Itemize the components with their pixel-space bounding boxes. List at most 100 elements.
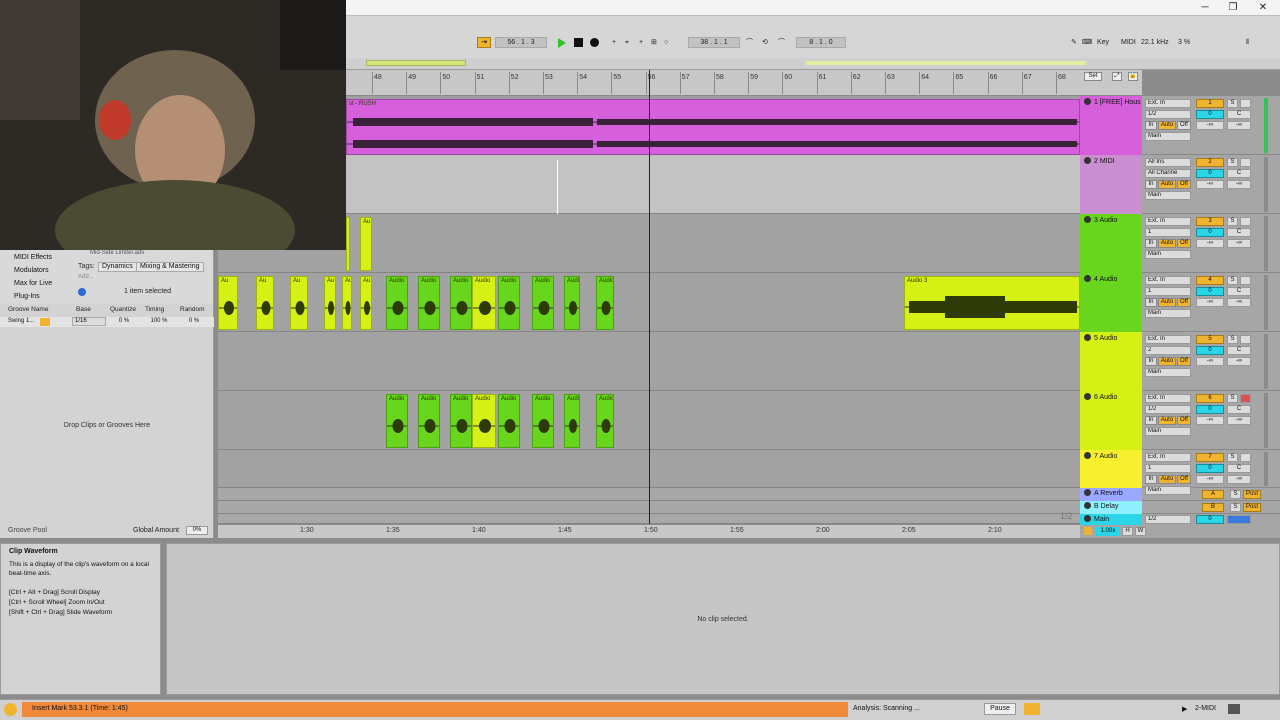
track-fold-icon[interactable] — [1084, 334, 1091, 341]
input-type-select[interactable]: Ext. In — [1145, 394, 1191, 403]
monitor-in[interactable]: In — [1145, 121, 1157, 130]
monitor-off[interactable]: Off — [1177, 121, 1191, 130]
track-4-clip[interactable]: Audio — [450, 276, 472, 330]
groove-hot-swap-icon[interactable] — [40, 318, 50, 326]
send-b-field[interactable]: -∞ — [1227, 239, 1251, 248]
pause-button[interactable]: Pause — [984, 703, 1016, 715]
input-channel-select[interactable]: 1/2 — [1145, 405, 1191, 414]
monitor-auto[interactable]: Auto — [1158, 121, 1176, 130]
track-6-clip[interactable]: Audio — [564, 394, 580, 448]
maximize-icon[interactable]: ❐ — [1226, 2, 1240, 14]
clip-track-3-a[interactable] — [346, 217, 350, 271]
metronome-icon[interactable]: ○ — [664, 37, 668, 48]
solo-button[interactable]: S — [1230, 503, 1241, 512]
track-name[interactable]: 6 Audio — [1080, 391, 1142, 450]
arrangement-overview[interactable] — [346, 58, 1280, 70]
draw-mode-icon[interactable]: ✎ — [1071, 37, 1077, 48]
input-channel-select[interactable]: 2 — [1145, 346, 1191, 355]
arm-button[interactable] — [1240, 276, 1251, 285]
return-track-name[interactable]: B Delay — [1080, 501, 1142, 514]
track-name[interactable]: 3 Audio — [1080, 214, 1142, 273]
punch-in-icon[interactable]: ⌒ — [746, 37, 753, 48]
monitor-auto[interactable]: Auto — [1158, 298, 1176, 307]
track-fold-icon[interactable] — [1084, 489, 1091, 496]
detail-view[interactable]: No clip selected. — [166, 543, 1280, 695]
track-fold-icon[interactable] — [1084, 157, 1091, 164]
main-cue[interactable] — [1227, 515, 1251, 524]
groove-timing[interactable]: 100 % — [145, 318, 173, 324]
send-a-field[interactable]: -∞ — [1196, 239, 1224, 248]
main-volume[interactable]: 0 — [1196, 515, 1224, 524]
arm-button[interactable] — [1240, 453, 1251, 462]
track-4-clip[interactable]: Au — [324, 276, 336, 330]
output-select[interactable]: Main — [1145, 250, 1191, 259]
input-type-select[interactable]: Ext. In — [1145, 276, 1191, 285]
h-button[interactable]: H — [1122, 527, 1133, 536]
pan-field[interactable]: C — [1227, 110, 1251, 119]
input-channel-select[interactable]: All Channe — [1145, 169, 1191, 178]
loop-length-field[interactable]: 8 . 1 . 0 — [796, 37, 846, 48]
loop-switch-icon[interactable]: ⟲ — [762, 37, 768, 48]
track-4-clip[interactable]: Au — [290, 276, 308, 330]
browser-category[interactable]: Plug-Ins — [4, 291, 74, 303]
pan-field[interactable]: C — [1227, 287, 1251, 296]
post-toggle[interactable]: Post — [1243, 503, 1261, 512]
pan-field[interactable]: C — [1227, 169, 1251, 178]
computer-keyboard-icon[interactable]: ⌨ — [1082, 37, 1092, 48]
groove-row[interactable]: Swing 1... 1/16 0 % 100 % 0 % — [0, 317, 214, 327]
track-activator[interactable]: 7 — [1196, 453, 1224, 462]
lock-icon[interactable]: 🔒 — [1128, 72, 1138, 81]
track-4-clip[interactable]: Audio — [472, 276, 496, 330]
solo-button[interactable]: S — [1227, 394, 1238, 403]
overdub-icon[interactable]: + — [612, 37, 616, 48]
expand-icon[interactable]: ⤢ — [1112, 72, 1122, 81]
monitor-off[interactable]: Off — [1177, 475, 1191, 484]
input-channel-select[interactable]: 1 — [1145, 228, 1191, 237]
track-6-clip[interactable]: Audio — [450, 394, 472, 448]
monitor-in[interactable]: In — [1145, 180, 1157, 189]
track-6-clip[interactable]: Audio — [418, 394, 440, 448]
key-map-button[interactable]: Key — [1097, 37, 1109, 48]
solo-button[interactable]: S — [1227, 335, 1238, 344]
monitor-auto[interactable]: Auto — [1158, 239, 1176, 248]
track-fold-icon[interactable] — [1084, 393, 1091, 400]
input-type-select[interactable]: Ext. In — [1145, 99, 1191, 108]
clip-track-3-b[interactable]: Au — [360, 217, 372, 271]
pan-field[interactable]: C — [1227, 346, 1251, 355]
mixer-toggle-icon[interactable]: ⦀ — [1246, 37, 1249, 48]
main-track-name[interactable]: Main — [1080, 514, 1142, 525]
track-6-clip[interactable]: Audio — [532, 394, 554, 448]
w-button[interactable]: W — [1135, 527, 1146, 536]
solo-button[interactable]: S — [1227, 99, 1238, 108]
output-select[interactable]: Main — [1145, 132, 1191, 141]
zoom-field[interactable]: 1.00x — [1096, 527, 1120, 536]
track-fold-icon[interactable] — [1084, 452, 1091, 459]
track-4-clip[interactable]: Audio — [386, 276, 408, 330]
monitor-off[interactable]: Off — [1177, 416, 1191, 425]
send-a-field[interactable]: -∞ — [1196, 121, 1224, 130]
send-b-field[interactable]: -∞ — [1227, 357, 1251, 366]
input-channel-select[interactable]: 1 — [1145, 464, 1191, 473]
global-amount-field[interactable]: 0% — [186, 526, 208, 535]
track-4-clip[interactable]: Audio — [498, 276, 520, 330]
main-output-select[interactable]: 1/2 — [1145, 515, 1191, 524]
track-activator[interactable]: 1 — [1196, 99, 1224, 108]
track-activator[interactable]: 4 — [1196, 276, 1224, 285]
volume-field[interactable]: 0 — [1196, 464, 1224, 473]
track-fold-icon[interactable] — [1084, 502, 1091, 509]
track-4-clip[interactable]: Au — [218, 276, 238, 330]
groove-quantize[interactable]: 0 % — [110, 318, 138, 324]
pan-field[interactable]: C — [1227, 464, 1251, 473]
track-4-clip[interactable]: Audio — [532, 276, 554, 330]
track-name[interactable]: 7 Audio — [1080, 450, 1142, 488]
track-4-clip[interactable]: Au — [256, 276, 274, 330]
track-activator[interactable]: 2 — [1196, 158, 1224, 167]
track-name[interactable]: 5 Audio — [1080, 332, 1142, 391]
automation-arm-icon[interactable]: ⌖ — [625, 37, 629, 48]
input-type-select[interactable]: Ext. In — [1145, 335, 1191, 344]
track-6-clip[interactable]: Audio — [498, 394, 520, 448]
monitor-in[interactable]: In — [1145, 357, 1157, 366]
output-select[interactable]: Main — [1145, 191, 1191, 200]
monitor-off[interactable]: Off — [1177, 239, 1191, 248]
monitor-in[interactable]: In — [1145, 416, 1157, 425]
